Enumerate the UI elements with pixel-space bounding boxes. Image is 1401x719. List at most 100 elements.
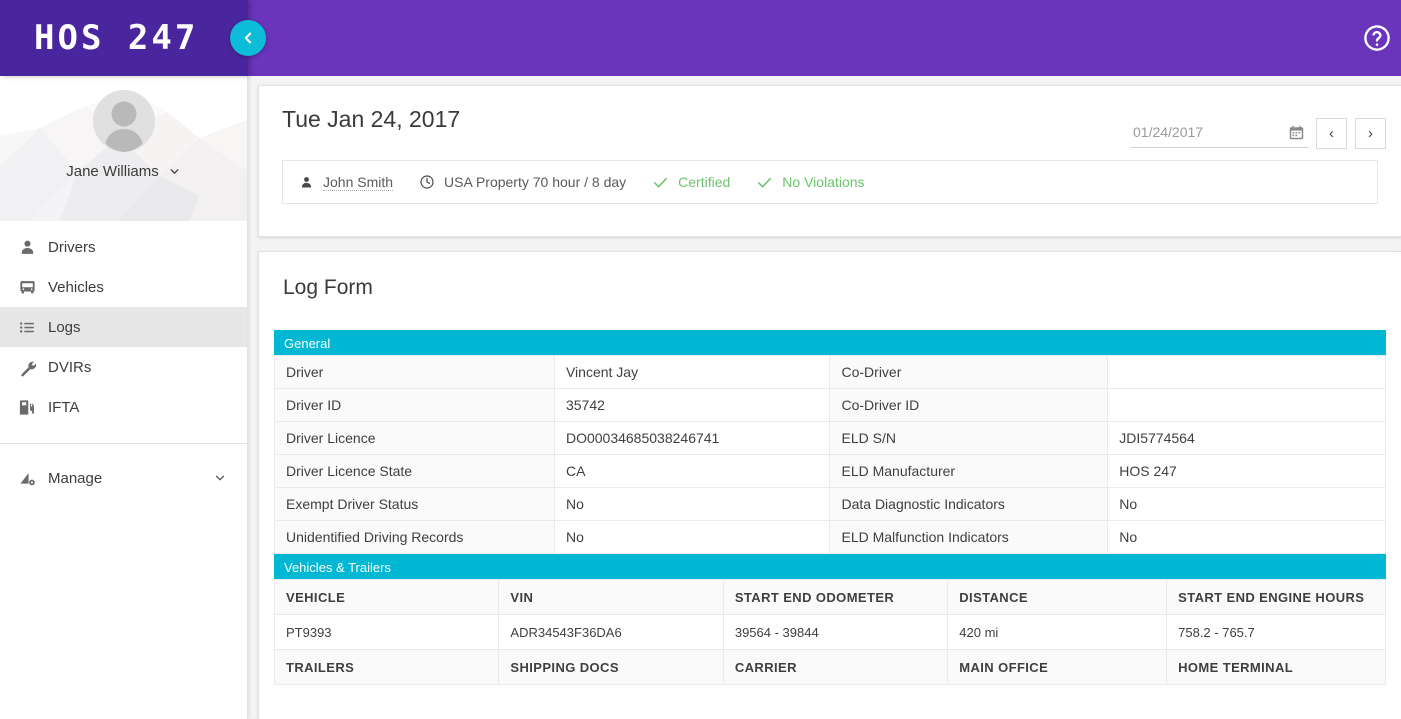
day-status-bar: John Smith USA Property 70 hour / 8 day … <box>282 160 1378 204</box>
cell-label: ELD Manufacturer <box>829 454 1109 488</box>
profile-name-dropdown[interactable]: Jane Williams <box>66 163 181 180</box>
help-button[interactable] <box>1359 20 1395 56</box>
question-circle-icon <box>1362 23 1392 53</box>
cell-value: No <box>1107 487 1386 521</box>
column-header: DISTANCE <box>947 579 1168 615</box>
status-certified: Certified <box>652 174 730 191</box>
prev-day-button[interactable]: ‹ <box>1316 118 1347 149</box>
app-logo: HOS 247 <box>34 18 199 58</box>
sidebar-collapse-button[interactable] <box>230 20 266 56</box>
cell-label: Data Diagnostic Indicators <box>829 487 1109 521</box>
date-input-value: 01/24/2017 <box>1133 124 1204 140</box>
log-form-card: Log Form General Driver Vincent Jay Co-D… <box>258 251 1401 719</box>
sidebar-item-vehicles[interactable]: Vehicles <box>0 267 247 307</box>
general-table: Driver Vincent Jay Co-Driver Driver ID 3… <box>274 355 1386 554</box>
sidebar-item-label: DVIRs <box>48 358 92 376</box>
cell-label: Driver ID <box>274 388 555 422</box>
sidebar-item-label: Logs <box>48 318 81 336</box>
table-row: Unidentified Driving Records No ELD Malf… <box>274 520 1386 554</box>
sidebar-item-label: IFTA <box>48 398 80 416</box>
column-header: START END ODOMETER <box>722 579 949 615</box>
person-silhouette-icon <box>104 101 143 152</box>
cell-value: ADR34543F36DA6 <box>498 614 724 650</box>
section-header-general: General <box>274 330 1386 355</box>
cell-label: Co-Driver <box>829 355 1109 389</box>
status-driver-label: John Smith <box>323 173 394 191</box>
day-header-card: Tue Jan 24, 2017 01/24/2017 ‹ › John Smi… <box>258 85 1401 237</box>
person-icon <box>299 175 314 190</box>
clock-icon <box>419 174 435 190</box>
cell-value: 420 mi <box>947 614 1168 650</box>
cell-label: Co-Driver ID <box>829 388 1109 422</box>
cell-label: Driver Licence <box>274 421 555 455</box>
column-header: VIN <box>498 579 724 615</box>
chart-gear-icon <box>18 469 48 488</box>
column-header: SHIPPING DOCS <box>498 649 724 685</box>
column-header: START END ENGINE HOURS <box>1166 579 1386 615</box>
list-icon <box>18 318 48 337</box>
main-content: Tue Jan 24, 2017 01/24/2017 ‹ › John Smi… <box>249 76 1401 719</box>
sidebar-nav: Drivers Vehicles Logs DVIRs IFTA Manage <box>0 221 247 498</box>
cell-label: ELD Malfunction Indicators <box>829 520 1109 554</box>
person-icon <box>18 238 48 257</box>
date-picker-group: 01/24/2017 ‹ › <box>1130 118 1386 149</box>
cell-value: 758.2 - 765.7 <box>1166 614 1386 650</box>
table-header-row: VEHICLE VIN START END ODOMETER DISTANCE … <box>273 579 1386 615</box>
status-driver[interactable]: John Smith <box>299 173 394 191</box>
column-header: MAIN OFFICE <box>947 649 1168 685</box>
cell-label: Driver <box>274 355 555 389</box>
date-input[interactable]: 01/24/2017 <box>1130 120 1308 148</box>
status-ruleset: USA Property 70 hour / 8 day <box>419 174 626 190</box>
sidebar-item-ifta[interactable]: IFTA <box>0 387 247 427</box>
cell-value: No <box>1107 520 1386 554</box>
cell-value: DO00034685038246741 <box>553 421 831 455</box>
cell-value: 39564 - 39844 <box>722 614 949 650</box>
cell-value: CA <box>553 454 831 488</box>
table-row: Driver Licence DO00034685038246741 ELD S… <box>274 421 1386 455</box>
chevron-down-icon <box>168 165 181 178</box>
table-row: Driver Vincent Jay Co-Driver <box>274 355 1386 389</box>
avatar <box>92 90 155 152</box>
sidebar-item-label: Vehicles <box>48 278 104 296</box>
table-header-row: TRAILERS SHIPPING DOCS CARRIER MAIN OFFI… <box>273 649 1386 685</box>
check-icon <box>756 174 773 191</box>
calendar-icon[interactable] <box>1288 124 1305 141</box>
sidebar-item-drivers[interactable]: Drivers <box>0 227 247 267</box>
table-row: Driver Licence State CA ELD Manufacturer… <box>274 454 1386 488</box>
vehicles-trailers-table: VEHICLE VIN START END ODOMETER DISTANCE … <box>273 579 1386 685</box>
cell-label: Unidentified Driving Records <box>274 520 555 554</box>
status-certified-label: Certified <box>678 174 731 190</box>
column-header: VEHICLE <box>273 579 500 615</box>
wrench-icon <box>18 358 48 377</box>
next-day-button[interactable]: › <box>1355 118 1386 149</box>
sidebar-item-logs[interactable]: Logs <box>0 307 247 347</box>
cell-label: ELD S/N <box>829 421 1109 455</box>
status-violations: No Violations <box>756 174 865 191</box>
sidebar: Jane Williams Drivers Vehicles Logs DVIR… <box>0 76 248 719</box>
check-icon <box>652 174 669 191</box>
sidebar-divider <box>0 443 247 444</box>
cell-value: PT9393 <box>273 614 500 650</box>
sidebar-item-label: Manage <box>48 469 103 487</box>
chevron-down-icon <box>213 471 227 485</box>
cell-value: HOS 247 <box>1107 454 1386 488</box>
chevron-left-icon <box>239 29 257 47</box>
profile-panel: Jane Williams <box>0 76 247 221</box>
cell-value: JDI5774564 <box>1107 421 1386 455</box>
table-row: Exempt Driver Status No Data Diagnostic … <box>274 487 1386 521</box>
profile-name-label: Jane Williams <box>66 163 159 180</box>
cell-value: 35742 <box>553 388 831 422</box>
sidebar-item-manage[interactable]: Manage <box>0 458 247 498</box>
cell-label: Driver Licence State <box>274 454 555 488</box>
fuel-pump-icon <box>18 398 48 417</box>
table-row: Driver ID 35742 Co-Driver ID <box>274 388 1386 422</box>
brand-pane: HOS 247 <box>0 0 248 76</box>
column-header: TRAILERS <box>273 649 500 685</box>
sidebar-item-dvirs[interactable]: DVIRs <box>0 347 247 387</box>
column-header: CARRIER <box>722 649 949 685</box>
cell-value: Vincent Jay <box>553 355 831 389</box>
bus-icon <box>18 278 48 297</box>
top-bar: HOS 247 <box>0 0 1401 76</box>
cell-label: Exempt Driver Status <box>274 487 555 521</box>
sidebar-item-label: Drivers <box>48 238 96 256</box>
